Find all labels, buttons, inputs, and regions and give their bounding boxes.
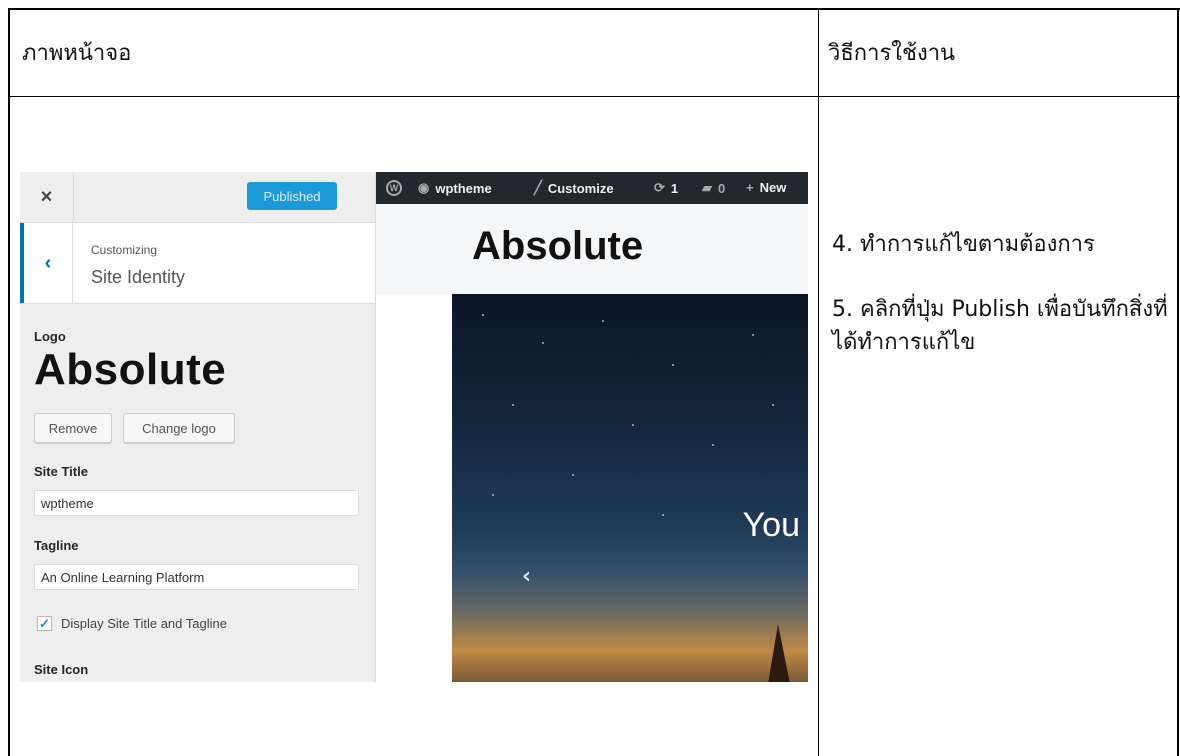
admin-bar-comments[interactable]: ▰ 0 — [702, 180, 725, 196]
star — [662, 514, 664, 516]
close-icon[interactable]: × — [20, 172, 74, 222]
site-title-input[interactable]: wptheme — [34, 490, 359, 516]
remove-logo-button[interactable]: Remove — [34, 413, 112, 443]
back-arrow-icon[interactable]: ‹ — [20, 223, 73, 303]
section-header: ‹ Customizing Site Identity — [20, 223, 375, 304]
customizer-screenshot: × Published ‹ Customizing Site Identity … — [20, 172, 808, 682]
star — [752, 334, 754, 336]
header-usage: วิธีการใช้งาน — [828, 40, 956, 66]
dashboard-icon: ◉ — [418, 180, 430, 195]
site-title[interactable]: Absolute — [472, 224, 643, 269]
star — [482, 314, 484, 316]
updates-count: 1 — [670, 180, 679, 196]
tagline-input[interactable]: An Online Learning Platform — [34, 564, 359, 590]
table-border-right — [1177, 8, 1179, 756]
brush-icon: ╱ — [534, 180, 542, 195]
section-subtitle: Customizing — [91, 243, 158, 257]
table-border-top — [8, 8, 1180, 10]
admin-bar-site-name: wptheme — [435, 180, 492, 196]
admin-bar-new-label: New — [759, 180, 787, 195]
admin-bar-updates[interactable]: ⟳ 1 — [654, 180, 678, 196]
table-header-divider — [8, 96, 1180, 97]
tagline-label: Tagline — [34, 538, 79, 553]
admin-bar: W ◉ wptheme ╱ Customize ⟳ 1 ▰ 0 + New — [376, 172, 808, 204]
header-screenshot: ภาพหน้าจอ — [22, 40, 132, 66]
star — [772, 404, 774, 406]
hero-heading: You — [742, 506, 800, 544]
admin-bar-site[interactable]: ◉ wptheme — [418, 180, 492, 196]
site-header: Absolute — [376, 204, 808, 294]
section-title: Site Identity — [91, 267, 186, 287]
hero-slider: ‹ You — [452, 294, 808, 682]
usage-steps: 4. ทำการแก้ไขตามต้องการ 5. คลิกที่ปุ่ม P… — [832, 228, 1172, 391]
refresh-icon: ⟳ — [654, 180, 665, 195]
table-column-divider — [818, 8, 819, 756]
star — [512, 404, 514, 406]
star — [492, 494, 494, 496]
comment-icon: ▰ — [702, 180, 712, 195]
comments-count: 0 — [718, 180, 726, 196]
star — [632, 424, 634, 426]
star — [712, 444, 714, 446]
logo-preview: Absolute — [34, 345, 227, 394]
change-logo-button[interactable]: Change logo — [123, 413, 235, 443]
star — [602, 320, 604, 322]
table-border-left — [8, 8, 10, 756]
customizer-header: × Published — [20, 172, 375, 223]
site-preview: W ◉ wptheme ╱ Customize ⟳ 1 ▰ 0 + New Ab… — [376, 172, 808, 682]
logo-label: Logo — [34, 329, 66, 344]
display-title-label: Display Site Title and Tagline — [61, 616, 227, 631]
step-4: 4. ทำการแก้ไขตามต้องการ — [832, 232, 1095, 257]
star — [542, 342, 544, 344]
display-title-checkbox[interactable]: ✓ — [37, 616, 52, 631]
admin-bar-new[interactable]: + New — [746, 180, 786, 195]
sailboat-shape — [768, 624, 790, 682]
star — [672, 364, 674, 366]
site-title-label: Site Title — [34, 464, 88, 479]
step-5: 5. คลิกที่ปุ่ม Publish เพื่อบันทึกสิ่งที… — [832, 297, 1168, 355]
wordpress-icon[interactable]: W — [386, 180, 402, 196]
customizer-sidebar: × Published ‹ Customizing Site Identity … — [20, 172, 376, 682]
publish-button[interactable]: Published — [247, 182, 337, 210]
admin-bar-customize-label: Customize — [547, 180, 614, 196]
admin-bar-customize[interactable]: ╱ Customize — [534, 180, 614, 196]
plus-icon: + — [746, 180, 754, 195]
star — [572, 474, 574, 476]
site-icon-label: Site Icon — [34, 662, 89, 677]
slider-prev-icon[interactable]: ‹ — [522, 564, 531, 589]
